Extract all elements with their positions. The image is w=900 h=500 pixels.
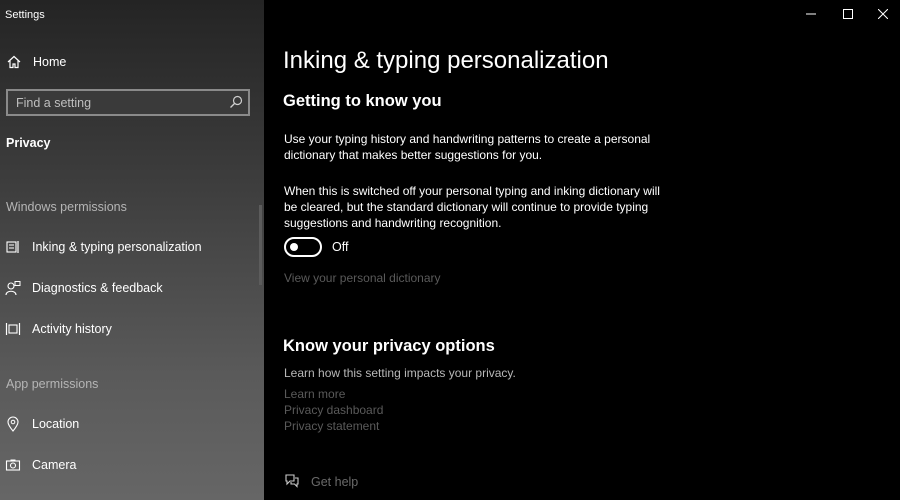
home-icon bbox=[7, 55, 21, 69]
search-icon[interactable] bbox=[229, 95, 243, 109]
minimize-button[interactable] bbox=[794, 0, 828, 30]
privacy-note: Learn how this setting impacts your priv… bbox=[284, 366, 516, 380]
main-content: Inking & typing personalization Getting … bbox=[264, 0, 900, 500]
group-header-windows-permissions: Windows permissions bbox=[6, 200, 127, 214]
sidebar-item-label: Camera bbox=[32, 458, 77, 472]
privacy-dashboard-link[interactable]: Privacy dashboard bbox=[284, 403, 383, 417]
toggle-state-label: Off bbox=[332, 240, 349, 254]
sidebar-scrollbar[interactable] bbox=[259, 205, 262, 285]
sidebar-item-activity-history[interactable]: Activity history bbox=[0, 314, 258, 344]
group-header-app-permissions: App permissions bbox=[6, 377, 99, 391]
section-title-privacy-options: Know your privacy options bbox=[283, 337, 495, 355]
search-input[interactable] bbox=[8, 91, 218, 114]
sidebar: Settings Home Privacy Windows permission… bbox=[0, 0, 264, 500]
pen-icon bbox=[6, 241, 19, 253]
location-icon bbox=[7, 416, 19, 432]
page-title: Inking & typing personalization bbox=[283, 47, 609, 74]
current-section-label: Privacy bbox=[6, 136, 51, 150]
timeline-icon bbox=[5, 323, 21, 335]
learn-more-link[interactable]: Learn more bbox=[284, 387, 345, 401]
sidebar-item-inking-typing[interactable]: Inking & typing personalization bbox=[0, 232, 258, 262]
toggle-knob bbox=[290, 243, 298, 251]
personalization-toggle[interactable] bbox=[284, 237, 322, 257]
camera-icon bbox=[5, 459, 21, 471]
sidebar-item-label: Activity history bbox=[32, 322, 112, 336]
maximize-button[interactable] bbox=[831, 0, 865, 30]
description-paragraph: Use your typing history and handwriting … bbox=[284, 132, 651, 162]
sidebar-item-label: Inking & typing personalization bbox=[32, 240, 202, 254]
person-feedback-icon bbox=[5, 281, 21, 296]
section-title-getting-to-know-you: Getting to know you bbox=[283, 92, 442, 110]
close-button[interactable] bbox=[866, 0, 900, 30]
view-dictionary-link[interactable]: View your personal dictionary bbox=[284, 271, 441, 285]
warning-paragraph: When this is switched off your personal … bbox=[284, 184, 660, 230]
sidebar-item-label: Home bbox=[33, 55, 67, 69]
app-title: Settings bbox=[5, 9, 45, 21]
sidebar-item-label: Diagnostics & feedback bbox=[32, 281, 163, 295]
maximize-icon bbox=[843, 9, 853, 19]
search-box[interactable] bbox=[6, 89, 250, 116]
sidebar-item-home[interactable]: Home bbox=[0, 50, 264, 76]
close-icon bbox=[878, 9, 888, 19]
get-help-link[interactable]: Get help bbox=[311, 475, 358, 489]
minimize-icon bbox=[806, 13, 816, 15]
sidebar-item-location[interactable]: Location bbox=[0, 409, 258, 439]
sidebar-item-label: Location bbox=[32, 417, 80, 431]
privacy-statement-link[interactable]: Privacy statement bbox=[284, 419, 379, 433]
help-chat-icon[interactable] bbox=[284, 473, 300, 489]
sidebar-item-diagnostics-feedback[interactable]: Diagnostics & feedback bbox=[0, 273, 258, 303]
sidebar-item-camera[interactable]: Camera bbox=[0, 450, 258, 480]
